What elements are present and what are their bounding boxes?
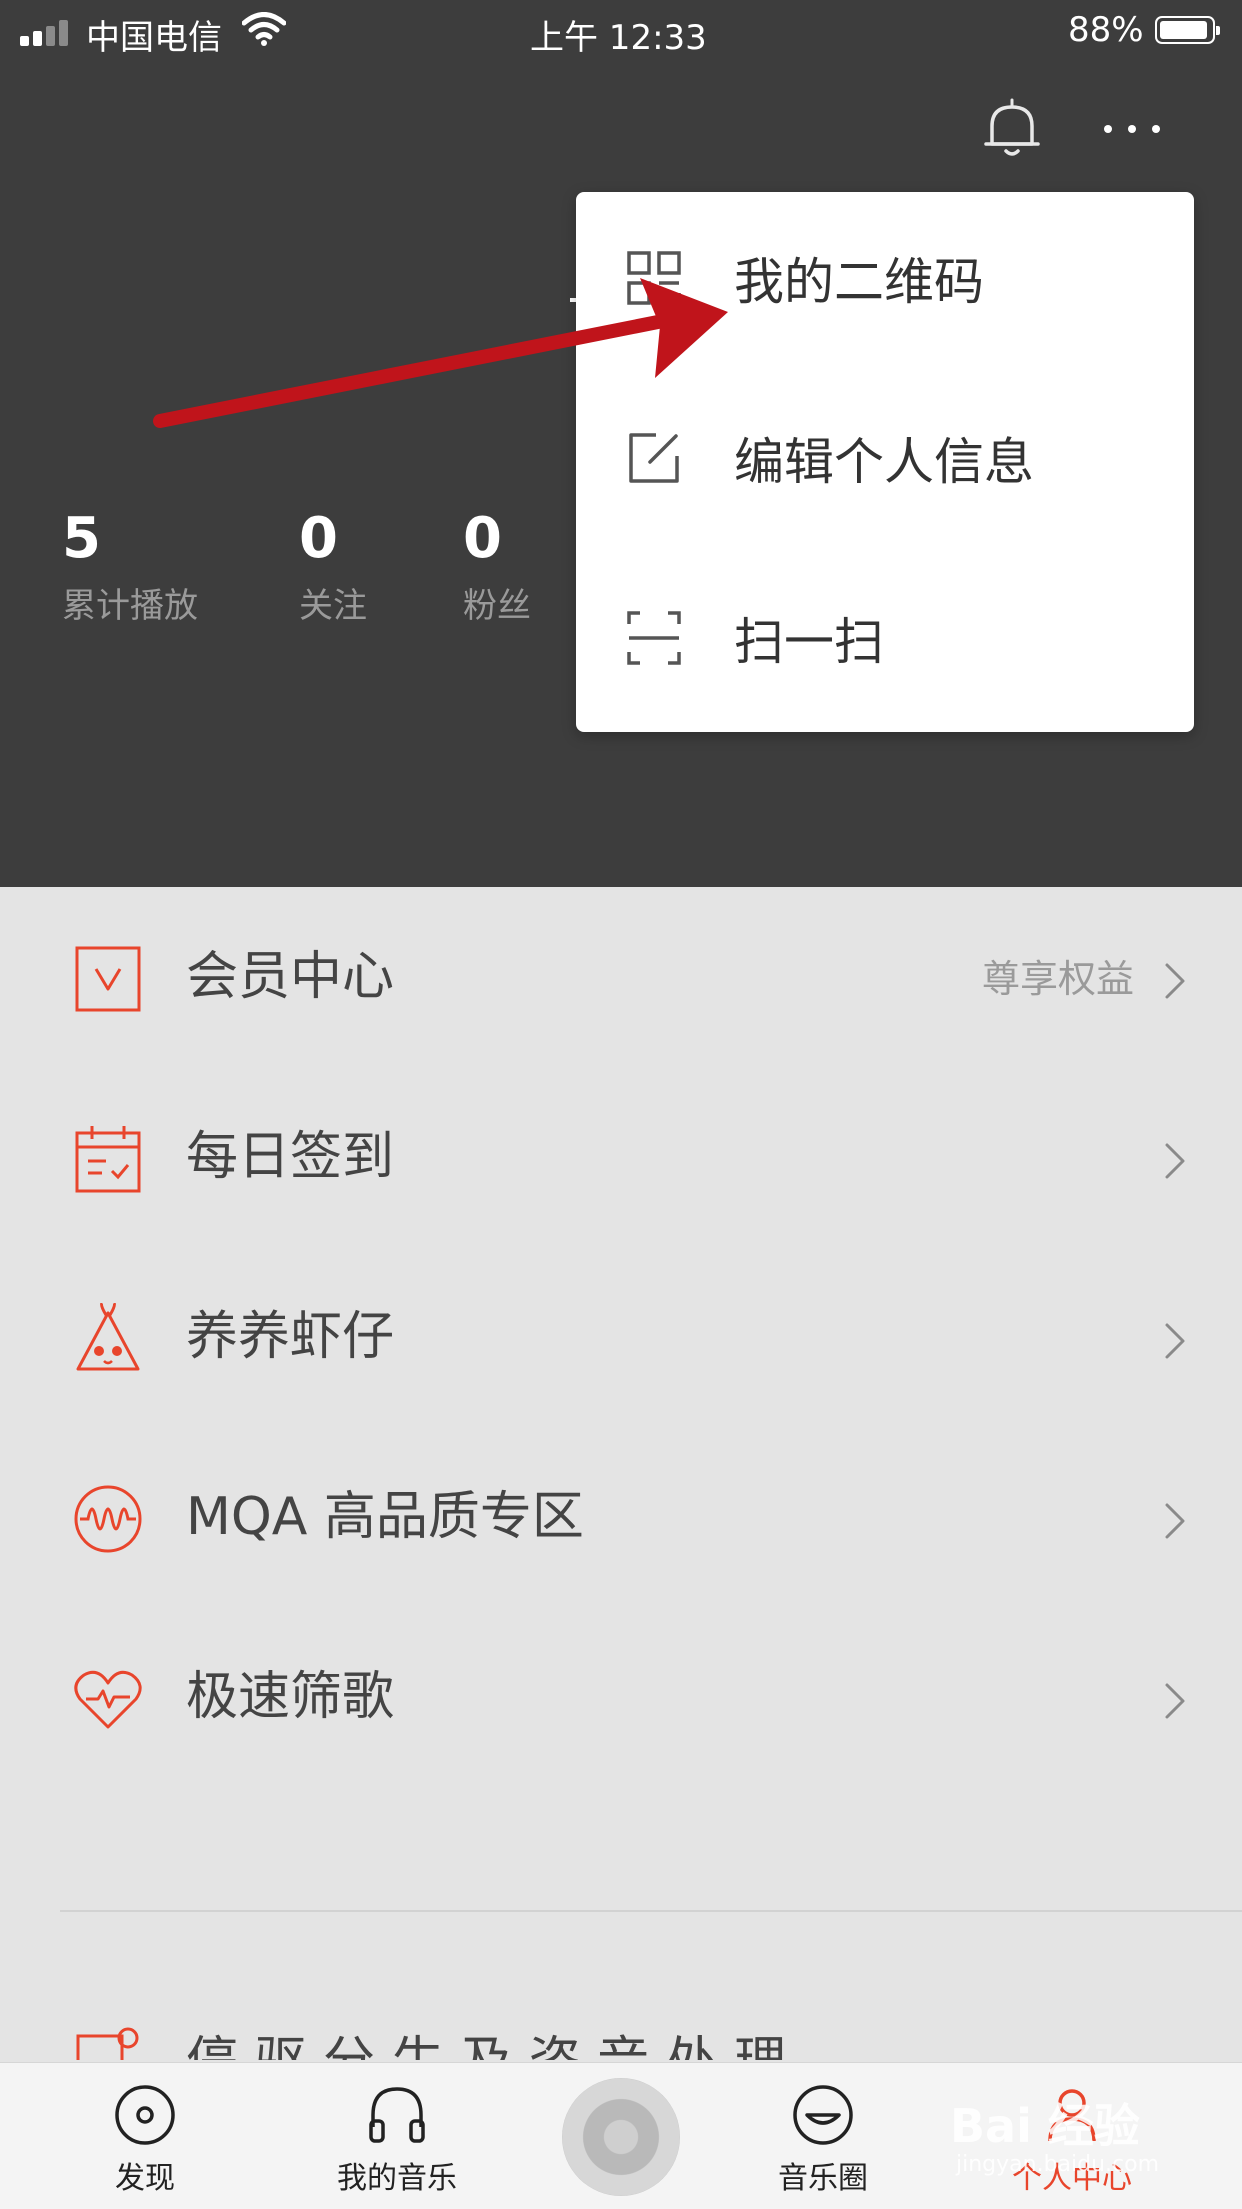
menu-item-label: 养养虾仔	[186, 1307, 395, 1367]
menu-item-mqa-hifi[interactable]: MQA 高品质专区	[0, 1427, 1242, 1607]
bell-icon[interactable]	[978, 94, 1046, 162]
tab-label: 我的音乐	[337, 2161, 457, 2196]
watermark-brand: Bai 经验	[950, 2099, 1140, 2153]
vip-icon	[75, 946, 141, 1012]
popup-item-label: 我的二维码	[734, 253, 984, 311]
status-bar: 中国电信 上午 12:33 88%	[0, 0, 1242, 62]
smile-icon	[793, 2085, 853, 2145]
now-playing-disc[interactable]	[562, 2078, 680, 2196]
menu-item-label: MQA 高品质专区	[186, 1487, 584, 1547]
carrier-name: 中国电信	[86, 18, 222, 58]
tab-music-circle[interactable]: 音乐圈	[699, 2063, 947, 2209]
qr-code-icon	[627, 251, 681, 305]
tab-label: 发现	[115, 2161, 175, 2196]
section-divider	[60, 1910, 1242, 1912]
stat-label: 粉丝	[463, 586, 531, 626]
chevron-right-icon	[1165, 1143, 1185, 1179]
disc-icon	[115, 2085, 175, 2145]
edit-icon	[629, 433, 679, 483]
popup-item-qr-code[interactable]: 我的二维码	[576, 192, 1194, 362]
stat-following[interactable]: 0 关注	[299, 506, 367, 627]
menu-item-extra: 尊享权益	[981, 957, 1134, 1001]
menu-item-label: 停 驱 分 生 及 咨 音 处 理	[186, 2030, 786, 2060]
battery-icon	[1155, 16, 1220, 44]
shrimp-pet-icon	[76, 1303, 140, 1371]
stat-value: 5	[62, 506, 101, 571]
menu-item-daily-checkin[interactable]: 每日签到	[0, 1067, 1242, 1247]
wifi-icon	[242, 12, 286, 46]
chevron-right-icon	[1165, 1503, 1185, 1539]
menu-item-label: 每日签到	[186, 1127, 395, 1187]
popup-item-scan[interactable]: 扫一扫	[576, 552, 1194, 722]
more-options-popup: 我的二维码 编辑个人信息 扫一扫	[576, 192, 1194, 732]
tool-icon	[76, 2027, 139, 2060]
popup-item-label: 扫一扫	[734, 613, 884, 671]
menu-item-quick-song-filter[interactable]: 极速筛歌	[0, 1607, 1242, 1787]
scan-icon	[627, 611, 681, 665]
more-options-icon[interactable]	[1100, 112, 1164, 146]
tab-discover[interactable]: 发现	[21, 2063, 269, 2209]
stat-label: 关注	[299, 586, 367, 626]
menu-item-label: 会员中心	[186, 947, 395, 1007]
headphones-icon	[369, 2087, 425, 2143]
heart-pulse-icon	[74, 1670, 142, 1729]
stat-label: 累计播放	[62, 586, 198, 626]
stat-value: 0	[463, 506, 502, 571]
menu-item-partial[interactable]: 停 驱 分 生 及 咨 音 处 理	[0, 2020, 1242, 2060]
stat-plays[interactable]: 5 累计播放	[62, 506, 198, 627]
chevron-right-icon	[1165, 1683, 1185, 1719]
chevron-right-icon	[1165, 963, 1185, 999]
menu-item-vip-center[interactable]: 会员中心 尊享权益	[0, 887, 1242, 1067]
battery-percent: 88%	[1068, 10, 1144, 50]
popup-item-edit-profile[interactable]: 编辑个人信息	[576, 372, 1194, 542]
menu-item-label: 极速筛歌	[186, 1667, 395, 1727]
stat-value: 0	[299, 506, 338, 571]
tab-label: 音乐圈	[778, 2161, 868, 2196]
signal-strength-icon	[20, 20, 74, 46]
tab-my-music[interactable]: 我的音乐	[273, 2063, 521, 2209]
calendar-check-icon	[75, 1126, 141, 1193]
chevron-right-icon	[1165, 1323, 1185, 1359]
stat-followers[interactable]: 0 粉丝	[463, 506, 531, 627]
popup-item-label: 编辑个人信息	[734, 433, 1034, 491]
watermark-url: jingyan.baidu.com	[956, 2152, 1160, 2177]
waveform-icon	[74, 1485, 142, 1553]
menu-item-shrimp-pet[interactable]: 养养虾仔	[0, 1247, 1242, 1427]
status-time: 上午 12:33	[530, 18, 707, 58]
profile-stats: 5 累计播放 0 关注 0 粉丝	[0, 506, 600, 636]
